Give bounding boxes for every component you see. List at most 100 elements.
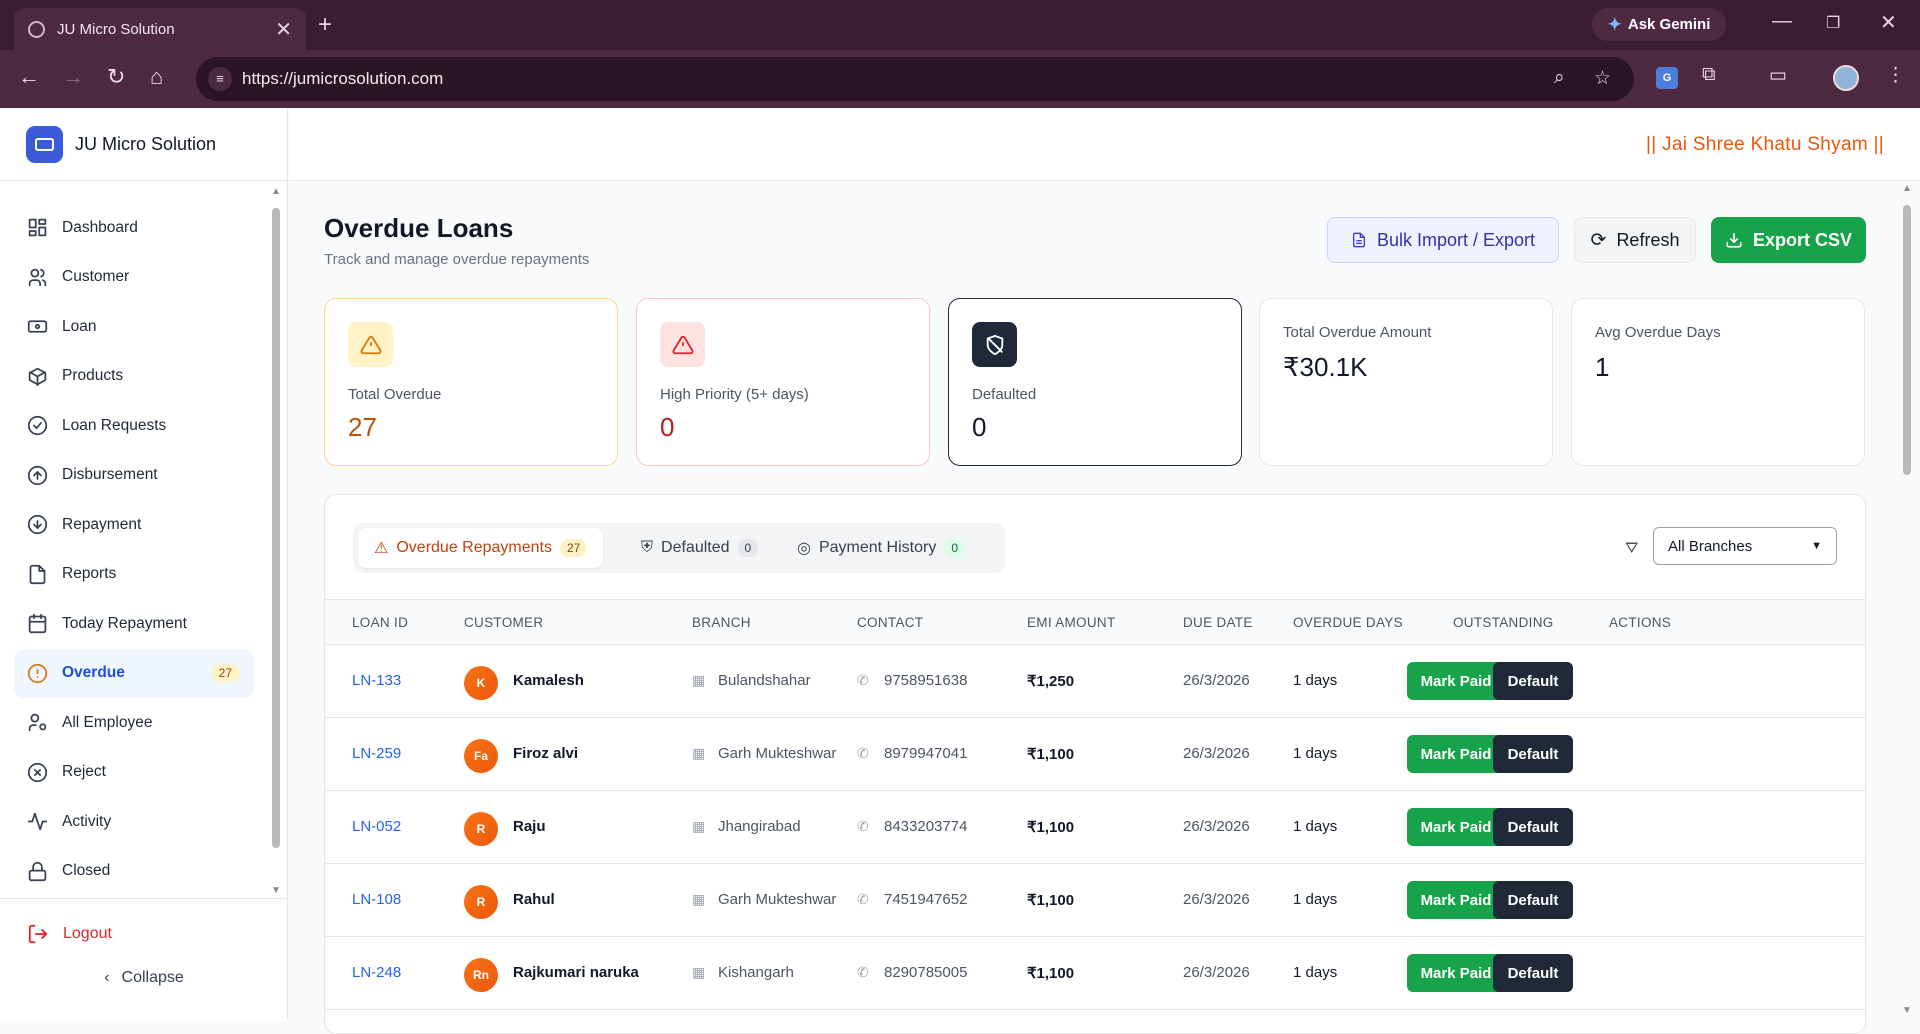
banknote-icon <box>26 316 48 338</box>
default-button[interactable]: Default <box>1493 881 1573 919</box>
col-header[interactable]: ACTIONS <box>1609 615 1671 630</box>
warning-triangle-icon <box>348 322 393 367</box>
loan-id-link[interactable]: LN-108 <box>352 891 401 908</box>
stat-label: High Priority (5+ days) <box>660 386 809 403</box>
phone-icon: ✆ <box>857 964 869 980</box>
contact-number: 7451947652 <box>884 891 968 908</box>
site-info-icon[interactable]: ≡ <box>208 67 232 91</box>
branch-select[interactable]: All Branches ▼ <box>1653 527 1837 565</box>
col-header[interactable]: CUSTOMER <box>464 615 543 630</box>
sidebar-item-dashboard[interactable]: Dashboard <box>14 203 254 253</box>
col-header[interactable]: BRANCH <box>692 615 751 630</box>
ask-gemini-button[interactable]: ✦ Ask Gemini <box>1592 8 1726 41</box>
forward-icon[interactable]: → <box>62 64 84 90</box>
mark-paid-button[interactable]: Mark Paid <box>1407 808 1505 846</box>
mark-paid-button[interactable]: Mark Paid <box>1407 881 1505 919</box>
scroll-up-icon[interactable]: ▲ <box>1902 183 1912 194</box>
sidebar-item-all-employee[interactable]: All Employee <box>14 698 254 748</box>
gemini-label: Ask Gemini <box>1627 16 1711 33</box>
scroll-down-icon[interactable]: ▼ <box>1902 1005 1912 1016</box>
loan-id-link[interactable]: LN-259 <box>352 745 401 762</box>
table-header: LOAN ID CUSTOMER BRANCH CONTACT EMI AMOU… <box>325 599 1865 645</box>
sidebar-item-loan-requests[interactable]: Loan Requests <box>14 401 254 451</box>
sidebar-item-products[interactable]: Products <box>14 352 254 402</box>
close-tab-icon[interactable]: ✕ <box>275 17 292 42</box>
emi-amount: ₹1,100 <box>1027 819 1075 836</box>
loan-id-link[interactable]: LN-248 <box>352 964 401 981</box>
tab-label: Defaulted <box>661 539 730 556</box>
collapse-button[interactable]: ‹ Collapse <box>0 969 288 987</box>
file-spreadsheet-icon <box>1352 232 1365 248</box>
browser-menu-icon[interactable]: ⋮ <box>1886 64 1905 87</box>
bookmark-star-icon[interactable]: ☆ <box>1594 67 1611 90</box>
col-header[interactable]: EMI AMOUNT <box>1027 615 1116 630</box>
export-csv-button[interactable]: Export CSV <box>1711 217 1866 263</box>
refresh-button[interactable]: ⟳ Refresh <box>1574 217 1696 263</box>
sidebar-item-loan[interactable]: Loan <box>14 302 254 352</box>
minimize-icon[interactable]: — <box>1772 10 1792 33</box>
table-row: LN-259 Fa Firoz alvi ▦ Garh Mukteshwar ✆ 89799… <box>325 718 1865 791</box>
restore-icon[interactable]: ❐ <box>1826 13 1840 33</box>
sidebar-item-today-repayment[interactable]: Today Repayment <box>14 599 254 649</box>
back-icon[interactable]: ← <box>18 64 40 90</box>
default-button[interactable]: Default <box>1493 662 1573 700</box>
url-text[interactable]: https://jumicrosolution.com <box>242 69 443 89</box>
page-scroll-thumb[interactable] <box>1903 205 1911 475</box>
reload-icon[interactable]: ↻ <box>107 64 125 90</box>
loan-id-link[interactable]: LN-133 <box>352 672 401 689</box>
scroll-up-icon[interactable]: ▲ <box>271 186 281 197</box>
brand[interactable]: JU Micro Solution <box>0 108 287 181</box>
sidebar-item-disbursement[interactable]: Disbursement <box>14 451 254 501</box>
sidebar-item-label: Overdue <box>62 664 125 682</box>
sidebar-item-label: Loan Requests <box>62 416 167 434</box>
sidebar-item-label: Reports <box>62 565 117 583</box>
window-close-icon[interactable]: ✕ <box>1880 10 1897 35</box>
sidebar-scroll-thumb[interactable] <box>272 208 280 848</box>
lock-icon <box>26 860 48 882</box>
sidebar-scrollbar[interactable]: ▲ ▼ <box>271 186 281 896</box>
default-button[interactable]: Default <box>1493 954 1573 992</box>
page-scrollbar[interactable]: ▲ ▼ <box>1902 183 1912 1020</box>
due-date: 26/3/2026 <box>1183 672 1250 689</box>
col-header[interactable]: OUTSTANDING <box>1453 615 1554 630</box>
profile-avatar[interactable] <box>1833 65 1859 91</box>
tab-payment-history[interactable]: ◎ Payment History 0 <box>781 528 981 568</box>
mark-paid-button[interactable]: Mark Paid <box>1407 662 1505 700</box>
scroll-down-icon[interactable]: ▼ <box>271 885 281 896</box>
zoom-icon[interactable]: ⌕ <box>1554 67 1565 89</box>
phone-icon: ✆ <box>857 891 869 907</box>
sidebar-item-repayment[interactable]: Repayment <box>14 500 254 550</box>
filter-icon[interactable]: ⛛ <box>1625 540 1638 558</box>
new-tab-button[interactable]: + <box>318 11 332 39</box>
sidebar-item-overdue[interactable]: Overdue 27 <box>14 648 254 698</box>
sidebar-item-reports[interactable]: Reports <box>14 550 254 600</box>
browser-tab[interactable]: JU Micro Solution ✕ <box>14 8 306 50</box>
extensions-icon[interactable]: ⧉ <box>1702 64 1716 86</box>
sidebar-item-activity[interactable]: Activity <box>14 797 254 847</box>
sidebar-item-closed[interactable]: Closed <box>14 847 254 897</box>
sidebar-item-customer[interactable]: Customer <box>14 253 254 303</box>
logout-button[interactable]: Logout <box>0 899 288 969</box>
loan-id-link[interactable]: LN-052 <box>352 818 401 835</box>
col-header[interactable]: LOAN ID <box>352 615 408 630</box>
url-omnibox[interactable]: ≡ https://jumicrosolution.com ⌕ ☆ <box>196 57 1634 101</box>
mark-paid-button[interactable]: Mark Paid <box>1407 954 1505 992</box>
col-header[interactable]: OVERDUE DAYS <box>1293 615 1403 630</box>
default-button[interactable]: Default <box>1493 808 1573 846</box>
google-translate-icon[interactable]: G <box>1656 67 1678 89</box>
tab-defaulted[interactable]: ⛨ Defaulted 0 <box>625 528 774 568</box>
branch-name: Bulandshahar <box>718 672 811 689</box>
col-header[interactable]: CONTACT <box>857 615 923 630</box>
sidebar-item-reject[interactable]: Reject <box>14 748 254 798</box>
logout-label: Logout <box>63 925 112 942</box>
mark-paid-button[interactable]: Mark Paid <box>1407 735 1505 773</box>
default-button[interactable]: Default <box>1493 735 1573 773</box>
bulk-import-export-button[interactable]: Bulk Import / Export <box>1327 217 1559 263</box>
stat-label: Total Overdue <box>348 386 442 403</box>
tab-search-icon[interactable]: ▭ <box>1769 64 1787 87</box>
sidebar-item-label: Activity <box>62 812 112 830</box>
brand-name: JU Micro Solution <box>75 133 217 154</box>
col-header[interactable]: DUE DATE <box>1183 615 1253 630</box>
home-icon[interactable]: ⌂ <box>150 64 163 90</box>
tab-overdue-repayments[interactable]: ⚠ Overdue Repayments 27 <box>358 528 604 568</box>
